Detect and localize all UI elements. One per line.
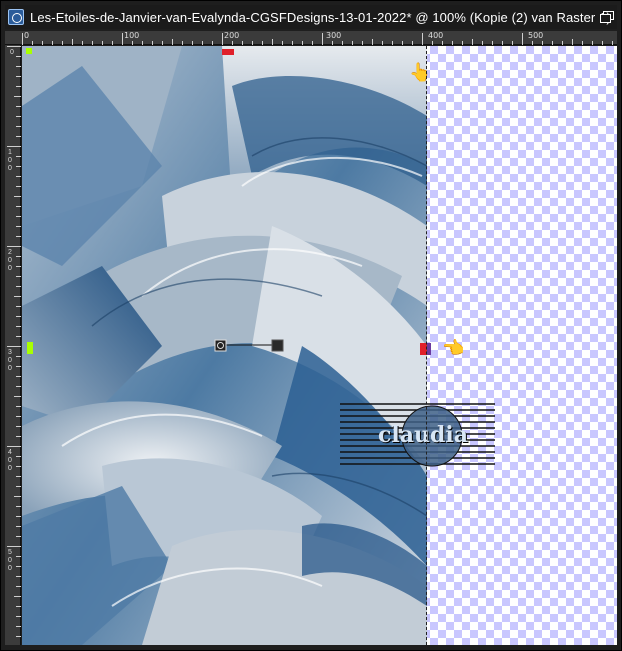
canvas-edge-line [426,46,427,645]
window-titlebar[interactable]: Les-Etoiles-de-Janvier-van-Evalynda-CGSF… [5,5,617,29]
restore-window-icon[interactable] [597,10,615,24]
vertical-ruler[interactable]: 0 100 200 300 400 500 [5,45,21,645]
horizontal-ruler-ticks [22,33,613,45]
top-left-handle[interactable] [26,48,32,54]
ruler-left-label-200: 200 [8,249,12,272]
pointing-hand-icon: 👈 [442,338,465,358]
horizontal-ruler[interactable]: 0 100 200 300 400 500 [5,31,617,45]
ruler-left-label-100: 100 [8,149,12,172]
pointing-hand-icon: 👉 [410,61,431,84]
abstract-blue-artwork [22,46,427,645]
pivot-handle[interactable] [214,339,227,352]
rotation-handle[interactable] [271,339,284,352]
ruler-top-label-300: 300 [326,31,342,40]
watermark-text: claudia [378,422,468,448]
image-window: Les-Etoiles-de-Janvier-van-Evalynda-CGSF… [0,0,622,651]
ruler-top-label-500: 500 [528,31,544,40]
ruler-top-label-100: 100 [124,31,140,40]
window-title: Les-Etoiles-de-Janvier-van-Evalynda-CGSF… [30,9,611,25]
top-center-handle[interactable] [222,49,234,55]
canvas[interactable]: 👉 👈 claudia [22,46,617,645]
ruler-top-label-0: 0 [24,31,30,40]
ruler-left-label-0: 0 [10,49,14,56]
ruler-top-label-400: 400 [428,31,444,40]
watermark: claudia [340,396,500,476]
paintshop-image-icon [8,9,24,25]
left-middle-handle[interactable] [27,342,33,354]
ruler-top-label-200: 200 [224,31,240,40]
ruler-left-label-400: 400 [8,449,12,472]
ruler-left-label-500: 500 [8,549,12,572]
image-layer[interactable] [22,46,427,645]
right-middle-handle-edge [427,343,431,355]
ruler-left-label-300: 300 [8,349,12,372]
